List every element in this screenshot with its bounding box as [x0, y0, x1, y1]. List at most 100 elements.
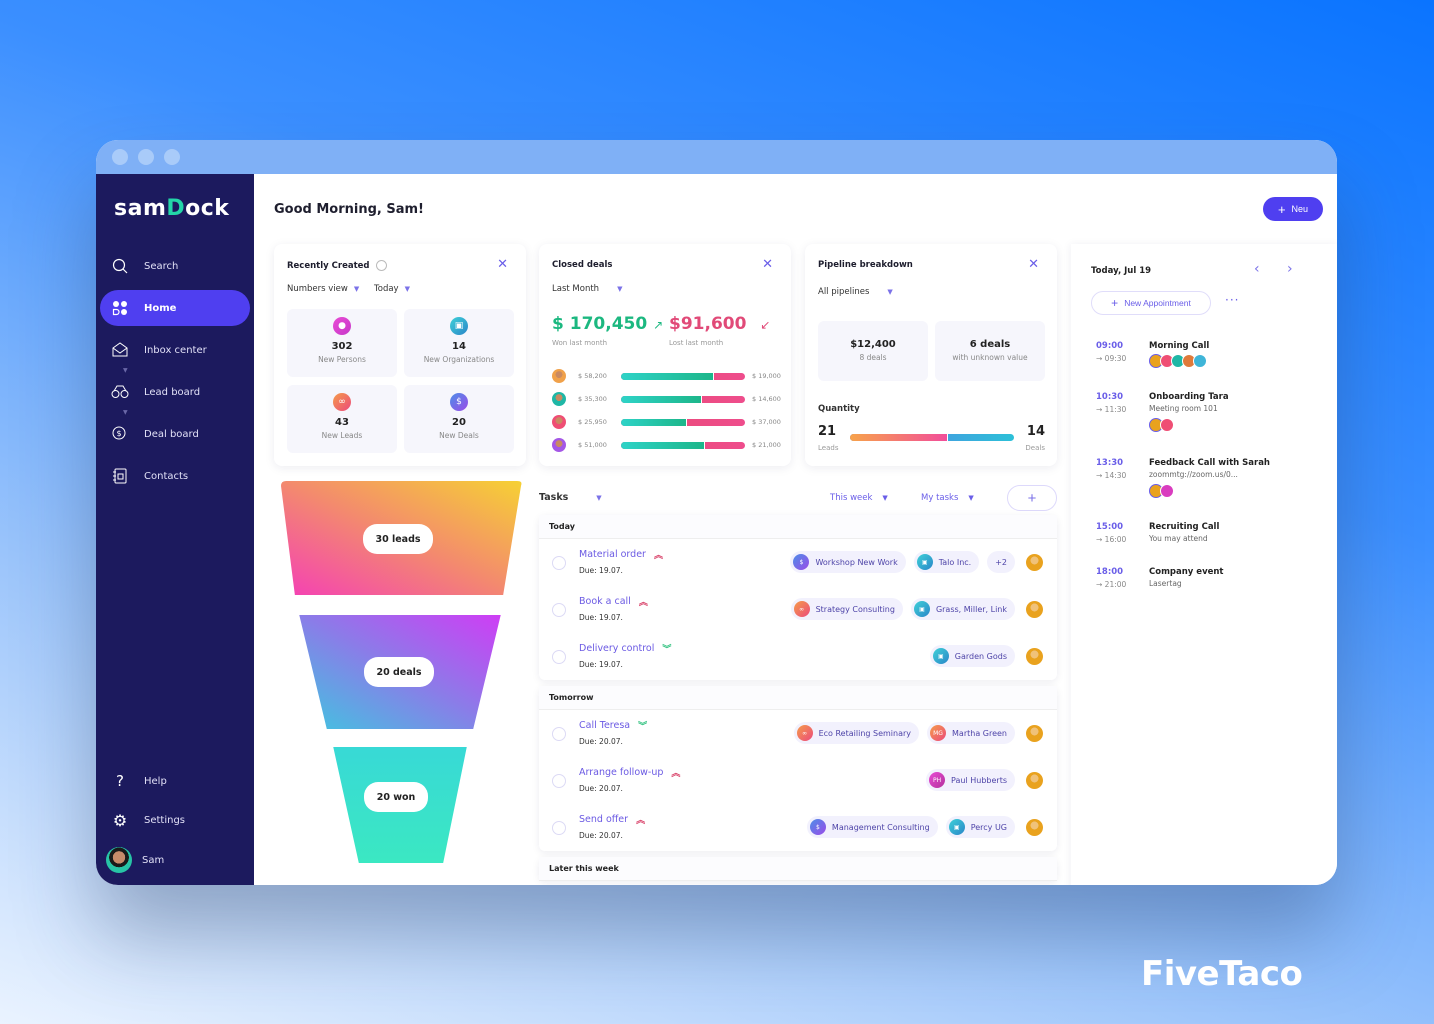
lost-amount: $ 21,000 [752, 441, 781, 449]
pipeline-dropdown[interactable]: All pipelines ▼ [818, 287, 893, 297]
sidebar-item-lead-board[interactable]: Lead board [100, 374, 250, 410]
more-options-icon[interactable]: ··· [1225, 293, 1239, 307]
linked-org-chip[interactable]: ▣ Garden Gods [929, 645, 1015, 667]
arrow-up-right-icon: ↗ [653, 318, 664, 332]
new-button[interactable]: + Neu [1263, 197, 1323, 221]
linked-org-chip[interactable]: ▣ Talo Inc. [913, 551, 980, 573]
event-title: Morning Call [1149, 341, 1210, 351]
calendar-event[interactable]: 10:30 → 11:30 Onboarding Tara Meeting ro… [1096, 392, 1326, 432]
task-checkbox[interactable] [552, 727, 566, 741]
linked-org-chip[interactable]: ▣ Percy UG [945, 816, 1015, 838]
task-row[interactable]: Send offer ︽ Due: 20.07. $ Management Cons… [539, 804, 1057, 851]
period-filter[interactable]: This week ▼ [830, 493, 888, 503]
period-dropdown[interactable]: Today ▼ [374, 284, 410, 294]
task-row[interactable]: Arrange follow-up ︽ Due: 20.07. PH Paul Hu… [539, 757, 1057, 804]
linked-person-chip[interactable]: MG Martha Green [927, 722, 1015, 744]
sidebar-item-deal-board[interactable]: $ Deal board [100, 416, 250, 452]
task-checkbox[interactable] [552, 603, 566, 617]
calendar-event[interactable]: 18:00 → 21:00 Company event Lasertag [1096, 567, 1326, 589]
task-title[interactable]: Book a call [579, 596, 631, 607]
window-minimize-dot[interactable] [138, 149, 154, 165]
sidebar-item-inbox-center[interactable]: Inbox center [100, 332, 250, 368]
sidebar-item-settings[interactable]: ⚙ Settings [100, 802, 250, 838]
new-deals-tile[interactable]: $ 20 New Deals [404, 385, 514, 453]
close-icon[interactable]: ✕ [1028, 257, 1039, 272]
assignee-avatar[interactable] [1026, 554, 1043, 571]
new-appointment-button[interactable]: + New Appointment [1091, 291, 1211, 315]
chevron-down-icon: ▼ [617, 285, 623, 293]
info-icon[interactable] [376, 260, 388, 271]
recently-created-card: Recently Created ✕ Numbers view ▼ Today ▼ … [274, 244, 526, 466]
task-title[interactable]: Arrange follow-up [579, 767, 663, 778]
chevron-right-icon[interactable]: › [1287, 261, 1293, 277]
linked-lead-chip[interactable]: ∞ Strategy Consulting [790, 598, 903, 620]
owner-filter[interactable]: My tasks ▼ [921, 493, 974, 503]
numbers-view-dropdown[interactable]: Numbers view ▼ [287, 284, 359, 294]
task-checkbox[interactable] [552, 556, 566, 570]
task-row[interactable]: Delivery control ︾ Due: 19.07. ▣ Garden Go… [539, 633, 1057, 680]
assignee-avatar[interactable] [1026, 819, 1043, 836]
org-icon: ▣ [916, 554, 933, 570]
task-group-header: Today [539, 515, 1057, 539]
question-icon: ? [116, 772, 124, 790]
assignee-avatar[interactable] [1026, 772, 1043, 789]
new-leads-tile[interactable]: ∞ 43 New Leads [287, 385, 397, 453]
lost-amount: $ 14,600 [752, 395, 781, 403]
deal-bar [621, 418, 745, 426]
calendar-event[interactable]: 15:00 → 16:00 Recruiting Call You may at… [1096, 522, 1326, 544]
calendar-event[interactable]: 13:30 → 14:30 Feedback Call with Sarah z… [1096, 458, 1326, 498]
sidebar-item-profile[interactable]: Sam [100, 842, 250, 878]
period-dropdown[interactable]: Last Month ▼ [552, 284, 622, 294]
assignee-avatar[interactable] [1026, 648, 1043, 665]
funnel-label-won: 20 won [364, 782, 428, 812]
event-end-time: → 21:00 [1096, 580, 1127, 589]
lead-icon: ∞ [793, 601, 810, 617]
close-icon[interactable]: ✕ [762, 257, 773, 272]
event-title: Company event [1149, 567, 1224, 577]
dollar-coin-icon: $ [450, 393, 468, 411]
sidebar-item-search[interactable]: Search [100, 248, 250, 284]
linked-lead-chip[interactable]: ∞ Eco Retailing Seminary [793, 722, 920, 744]
task-title[interactable]: Delivery control [579, 643, 654, 654]
linked-deal-chip[interactable]: $ Workshop New Work [790, 551, 906, 573]
logo[interactable]: samDock [114, 196, 229, 221]
task-row[interactable]: Material order ︽ Due: 19.07. $ Workshop Ne… [539, 539, 1057, 586]
deal-icon: $ [793, 554, 810, 570]
window-maximize-dot[interactable] [164, 149, 180, 165]
more-chip[interactable]: +2 [987, 551, 1015, 573]
close-icon[interactable]: ✕ [497, 257, 508, 272]
task-title[interactable]: Send offer [579, 814, 628, 825]
task-checkbox[interactable] [552, 650, 566, 664]
calendar-event[interactable]: 09:00 → 09:30 Morning Call [1096, 341, 1326, 368]
task-title[interactable]: Material order [579, 549, 646, 560]
sidebar-item-contacts[interactable]: Contacts [100, 458, 250, 494]
svg-text:$: $ [116, 429, 121, 438]
chevron-left-icon[interactable]: ‹ [1254, 261, 1260, 277]
quantity-label: Quantity [818, 404, 860, 414]
deals-count: 14 [1026, 424, 1045, 439]
won-amount: $ 51,000 [578, 441, 607, 449]
new-organizations-tile[interactable]: ▣ 14 New Organizations [404, 309, 514, 377]
task-checkbox[interactable] [552, 821, 566, 835]
tasks-dropdown[interactable]: Tasks ▼ [539, 492, 602, 503]
assignee-avatar[interactable] [1026, 725, 1043, 742]
linked-deal-chip[interactable]: $ Management Consulting [806, 816, 938, 838]
org-icon: ▣ [932, 648, 949, 664]
chevron-down-icon: ▼ [968, 494, 974, 502]
window-titlebar [96, 140, 1337, 174]
assignee-avatar[interactable] [1026, 601, 1043, 618]
task-row[interactable]: Book a call ︽ Due: 19.07. ∞ Strategy Consu… [539, 586, 1057, 633]
sidebar-item-help[interactable]: ? Help [100, 763, 250, 799]
linked-org-chip[interactable]: ▣ Grass, Miller, Link [910, 598, 1015, 620]
new-persons-tile[interactable]: ● 302 New Persons [287, 309, 397, 377]
linked-person-chip[interactable]: PH Paul Hubberts [926, 769, 1015, 791]
task-group-header: Tomorrow [539, 686, 1057, 710]
person-icon: ● [333, 317, 351, 335]
task-row[interactable]: Call Teresa ︾ Due: 20.07. ∞ Eco Retailing … [539, 710, 1057, 757]
window-close-dot[interactable] [112, 149, 128, 165]
add-task-button[interactable]: + [1007, 485, 1057, 511]
sidebar-item-home[interactable]: Home [100, 290, 250, 326]
page-title: Good Morning, Sam! [274, 202, 424, 217]
task-title[interactable]: Call Teresa [579, 720, 630, 731]
task-checkbox[interactable] [552, 774, 566, 788]
